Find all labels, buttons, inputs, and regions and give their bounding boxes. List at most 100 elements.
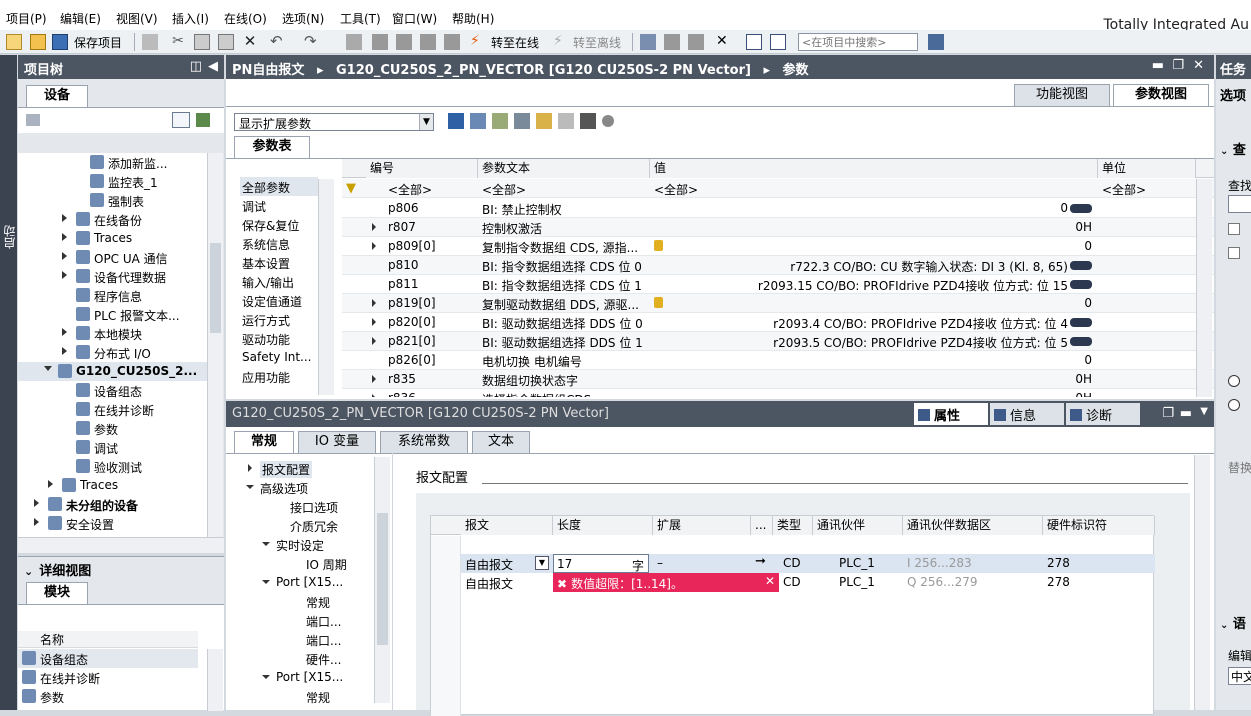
radio-button[interactable]	[1228, 399, 1240, 411]
breadcrumb-device[interactable]: G120_CU250S_2_PN_VECTOR [G120 CU250S-2 P…	[336, 63, 751, 78]
menu-item[interactable]: 编辑(E)	[60, 10, 101, 27]
tree-item[interactable]: 参数	[18, 419, 208, 438]
category-item[interactable]: 全部参数	[240, 177, 318, 196]
tree-item[interactable]: 分布式 I/O	[18, 343, 208, 362]
expand-down-icon[interactable]	[262, 580, 270, 584]
go-offline-icon[interactable]: ⚡	[553, 34, 569, 50]
close-error-icon[interactable]: ✕	[765, 574, 775, 588]
expand-right-icon[interactable]	[62, 214, 67, 222]
detail-scrollbar[interactable]	[207, 649, 223, 711]
param-value[interactable]: r2093.5 CO/BO: PROFIdrive PZD4接收 位方式: 位 …	[773, 334, 1068, 351]
parameter-row[interactable]: r835 数据组切换状态字 0H	[342, 370, 1214, 389]
expand-right-icon[interactable]	[62, 271, 67, 279]
menu-item[interactable]: 项目(P)	[6, 10, 47, 27]
param-value[interactable]: r2093.15 CO/BO: PROFIdrive PZD4接收 位方式: 位…	[758, 277, 1068, 294]
value-link-icon[interactable]	[1070, 280, 1092, 289]
parameter-row[interactable]: r836 选择指令数据组CDS 0H	[342, 389, 1214, 397]
telegram-col[interactable]: 扩展	[653, 516, 751, 535]
parameter-row[interactable]: r807 控制权激活 0H	[342, 218, 1214, 237]
paste-icon[interactable]	[218, 34, 234, 50]
telegram-col[interactable]: ...	[751, 516, 773, 535]
menu-item[interactable]: 插入(I)	[172, 10, 209, 27]
expand-right-icon[interactable]	[372, 242, 376, 250]
snapshot-icon[interactable]	[558, 113, 574, 129]
tree-overview-icon[interactable]	[196, 113, 210, 127]
param-value[interactable]: 0H	[1075, 220, 1092, 234]
project-search-input[interactable]	[798, 33, 918, 51]
extension-value[interactable]: –	[657, 556, 663, 570]
print-icon[interactable]	[142, 34, 158, 50]
telegram-col[interactable]: 通讯伙伴	[813, 516, 903, 535]
expand-right-icon[interactable]	[48, 480, 53, 488]
tree-item[interactable]: 调试	[18, 438, 208, 457]
param-value[interactable]: 0	[1060, 201, 1068, 215]
check-icon[interactable]	[580, 113, 596, 129]
tab-info[interactable]: 信息	[990, 403, 1064, 425]
expand-right-icon[interactable]	[372, 223, 376, 231]
tree-item[interactable]: 设备代理数据	[18, 267, 208, 286]
search-project-icon[interactable]	[928, 34, 944, 50]
tree-collapse-icon[interactable]: ◀	[208, 59, 218, 74]
upload-icon[interactable]	[396, 34, 412, 50]
parameter-row[interactable]: p820[0] BI: 驱动数据组选择 DDS 位 0 r2093.4 CO/BO:…	[342, 313, 1214, 332]
tree-item[interactable]: Traces	[18, 229, 208, 248]
find-input[interactable]	[1228, 195, 1251, 213]
checkbox[interactable]	[1228, 223, 1240, 235]
menu-item[interactable]: 选项(N)	[282, 10, 324, 27]
expand-right-icon[interactable]	[34, 518, 39, 526]
cut-icon[interactable]: ✂	[170, 34, 186, 50]
category-item[interactable]: 应用功能	[240, 367, 318, 386]
telegram-col[interactable]: 通讯伙伴数据区	[903, 516, 1043, 535]
nav-item[interactable]: 端口...	[226, 611, 372, 630]
nav-item[interactable]: 端口...	[226, 630, 372, 649]
menu-item[interactable]: 帮助(H)	[452, 10, 494, 27]
param-value[interactable]: 0H	[1075, 391, 1092, 397]
options-tab[interactable]: 选项	[1220, 85, 1246, 104]
tab-function-view[interactable]: 功能视图	[1014, 84, 1110, 106]
tab-general[interactable]: 常规	[234, 431, 294, 453]
radio-button[interactable]	[1228, 375, 1240, 387]
param-value[interactable]: r722.3 CO/BO: CU 数字输入状态: DI 3 (Kl. 8, 65…	[790, 258, 1068, 275]
tree-item[interactable]: G120_CU250S_2...	[18, 362, 208, 381]
category-item[interactable]: 设定值通道	[240, 291, 318, 310]
minimize-icon[interactable]: ▬	[1152, 58, 1164, 73]
filter-value[interactable]: <全部>	[654, 181, 698, 198]
tree-list-view-icon[interactable]	[172, 112, 190, 128]
tree-item[interactable]: 在线并诊断	[18, 400, 208, 419]
parameter-row[interactable]: p809[0] 复制指令数据组 CDS, 源指... 0	[342, 237, 1214, 256]
tree-scroll-thumb[interactable]	[210, 243, 221, 333]
tree-item[interactable]: 监控表_1	[18, 172, 208, 191]
redo-icon[interactable]: ↷	[304, 34, 320, 50]
detail-row[interactable]: 在线并诊断	[18, 668, 198, 687]
filter-icon[interactable]: ▼	[346, 181, 356, 196]
nav-item[interactable]: 实时设定	[226, 535, 372, 554]
tab-devices[interactable]: 设备	[26, 85, 88, 107]
expand-right-icon[interactable]	[372, 318, 376, 326]
expand-down-icon[interactable]	[262, 542, 270, 546]
tree-scrollbar[interactable]	[207, 153, 223, 537]
compile-icon[interactable]	[346, 34, 362, 50]
tab-modules[interactable]: 模块	[26, 582, 88, 604]
telegram-col[interactable]: 硬件标识符	[1043, 516, 1155, 535]
menu-item[interactable]: 工具(T)	[340, 10, 381, 27]
category-item[interactable]: Safety Int...	[240, 348, 318, 367]
length-input[interactable]: 17 字	[553, 554, 649, 573]
tree-hscrollbar[interactable]	[18, 537, 224, 553]
nav-item[interactable]: IO 周期	[226, 554, 372, 573]
nav-item[interactable]: Port [X15...	[226, 668, 372, 687]
expand-right-icon[interactable]	[372, 394, 376, 397]
delete-icon[interactable]: ✕	[242, 34, 258, 50]
nav-item[interactable]: 常规	[226, 592, 372, 611]
save-project-button[interactable]: 保存项目	[74, 34, 122, 51]
value-link-icon[interactable]	[1070, 337, 1092, 346]
nav-item[interactable]: 介质冗余	[226, 516, 372, 535]
param-value[interactable]: 0	[1084, 239, 1092, 253]
expand-down-icon[interactable]	[44, 366, 52, 371]
go-online-icon[interactable]: ⚡	[470, 34, 486, 50]
tree-item[interactable]: 设备组态	[18, 381, 208, 400]
tab-texts[interactable]: 文本	[472, 431, 530, 453]
parameter-row[interactable]: p819[0] 复制驱动数据组 DDS, 源驱... 0	[342, 294, 1214, 313]
chevron-down-icon[interactable]: ▼	[1200, 406, 1208, 417]
param-value[interactable]: 0H	[1075, 372, 1092, 386]
parameter-row[interactable]: p811 BI: 指令数据组选择 CDS 位 1 r2093.15 CO/BO: P…	[342, 275, 1214, 294]
